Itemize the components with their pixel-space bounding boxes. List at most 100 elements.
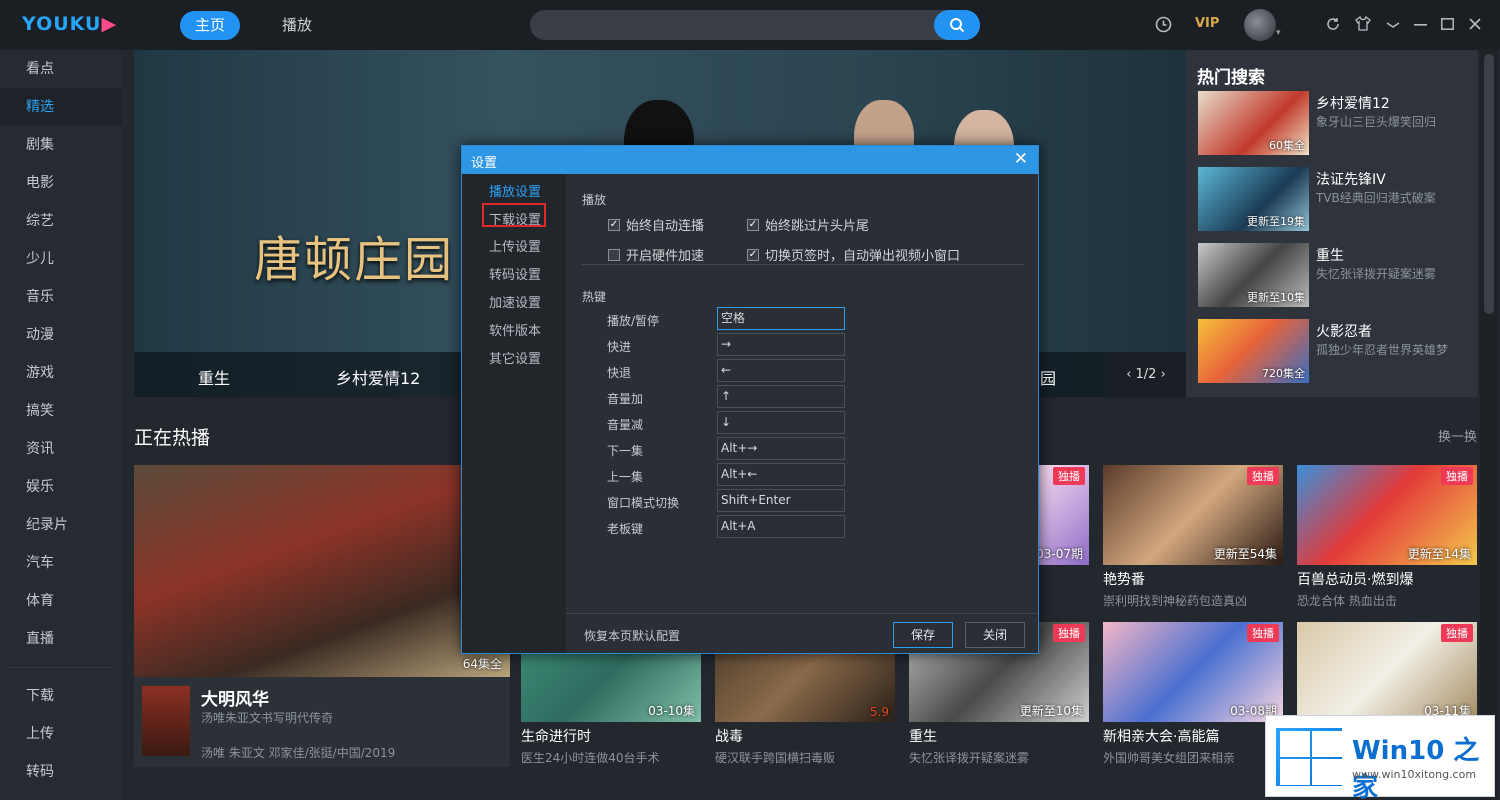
sidebar-item-entertainment[interactable]: 娱乐 [0, 468, 122, 506]
skin-icon[interactable] [1355, 16, 1371, 31]
checkbox-checked-icon: ✓ [747, 218, 759, 231]
close-icon[interactable]: ✕ [1014, 149, 1028, 169]
watermark: Win10 之家 www.win10xitong.com [1265, 715, 1495, 800]
sidebar-item-documentary[interactable]: 纪录片 [0, 506, 122, 544]
dialog-header[interactable]: 设置 ✕ [462, 146, 1038, 174]
maximize-icon[interactable] [1441, 18, 1454, 30]
sidebar-item-live[interactable]: 直播 [0, 620, 122, 658]
banner-tab[interactable]: 乡村爱情12 [336, 365, 420, 389]
sidebar-item-series[interactable]: 剧集 [0, 126, 122, 164]
hot-search-item[interactable]: 720集全 火影忍者 孤独少年忍者世界英雄梦 [1198, 319, 1468, 383]
sidebar-item-transcode[interactable]: 转码 [0, 753, 122, 791]
scrollbar[interactable] [1480, 50, 1498, 800]
hotkey-field-volume-up[interactable]: ↑ [717, 385, 845, 408]
mini-window-checkbox[interactable]: ✓ 切换页签时，自动弹出视频小窗口 [747, 245, 960, 264]
hotkey-field-play-pause[interactable]: 空格 [717, 307, 845, 330]
download-settings-highlight [482, 203, 546, 227]
close-window-icon[interactable] [1469, 18, 1481, 30]
settings-nav-transcode[interactable]: 转码设置 [489, 264, 541, 283]
refresh-link[interactable]: 换一换 [1438, 426, 1477, 445]
settings-nav-other[interactable]: 其它设置 [489, 348, 541, 367]
chevron-down-icon[interactable]: ▾ [1276, 28, 1281, 38]
history-icon[interactable] [1155, 16, 1172, 33]
exclusive-badge: 独播 [1053, 467, 1085, 485]
sidebar-item-featured[interactable]: 精选 [0, 88, 122, 126]
card-title: 百兽总动员·燃到爆 [1297, 572, 1414, 588]
watermark-title: Win10 之家 [1352, 736, 1480, 800]
scrollbar-thumb[interactable] [1484, 54, 1494, 314]
sidebar-item-auto[interactable]: 汽车 [0, 544, 122, 582]
card-desc: 崇利明找到神秘药包造真凶 [1103, 594, 1248, 608]
card-desc: 医生24小时连做40台手术 [521, 751, 660, 765]
banner-tab[interactable]: 重生 [198, 365, 230, 389]
banner-tab-active-label[interactable]: 园 [1040, 365, 1056, 389]
nav-play-button[interactable]: 播放 [282, 14, 312, 35]
sidebar-item-game[interactable]: 游戏 [0, 354, 122, 392]
video-card[interactable]: 独播 03-08期 新相亲大会·高能篇 外国帅哥美女组团来相亲 [1103, 622, 1283, 766]
save-button[interactable]: 保存 [893, 622, 953, 648]
youku-logo[interactable]: YOUKU▶ [22, 13, 117, 35]
dialog-title: 设置 [471, 156, 498, 171]
featured-image [134, 465, 510, 677]
hot-search-item[interactable]: 60集全 乡村爱情12 象牙山三巨头爆笑回归 [1198, 91, 1468, 155]
video-card[interactable]: 独播 更新至54集 艳势番 崇利明找到神秘药包造真凶 [1103, 465, 1283, 609]
hotkey-label: 老板键 [607, 522, 644, 536]
hotkey-field-rewind[interactable]: ← [717, 359, 845, 382]
featured-title: 大明风华 [201, 690, 269, 710]
featured-card[interactable]: 64集全 大明风华 汤唯朱亚文书写明代传奇 汤唯 朱亚文 邓家佳/张挺/中国/2… [134, 465, 510, 767]
hot-search-panel: 热门搜索 60集全 乡村爱情12 象牙山三巨头爆笑回归 更新至19集 法证先锋I… [1186, 50, 1478, 397]
settings-nav-upload[interactable]: 上传设置 [489, 236, 541, 255]
settings-nav-play[interactable]: 播放设置 [489, 181, 541, 200]
card-thumb: 独播 更新至14集 [1297, 465, 1477, 565]
hotkey-field-window-mode[interactable]: Shift+Enter [717, 489, 845, 512]
sidebar-item-anime[interactable]: 动漫 [0, 316, 122, 354]
hotkey-field-next[interactable]: Alt+→ [717, 437, 845, 460]
exclusive-badge: 独播 [1441, 624, 1473, 642]
sidebar-item-kids[interactable]: 少儿 [0, 240, 122, 278]
skip-intro-checkbox[interactable]: ✓ 始终跳过片头片尾 [747, 215, 869, 234]
sidebar-item-download[interactable]: 下载 [0, 677, 122, 715]
sidebar-item-movie[interactable]: 电影 [0, 164, 122, 202]
sidebar-item-music[interactable]: 音乐 [0, 278, 122, 316]
minimize-icon[interactable] [1414, 24, 1427, 26]
sidebar-item-kandian[interactable]: 看点 [0, 50, 122, 88]
card-desc: 硬汉联手跨国横扫毒贩 [715, 751, 836, 765]
card-title: 生命进行时 [521, 729, 591, 745]
refresh-icon[interactable] [1326, 17, 1340, 31]
search-button[interactable] [934, 10, 980, 40]
card-title: 新相亲大会·高能篇 [1103, 729, 1220, 745]
sidebar-item-sports[interactable]: 体育 [0, 582, 122, 620]
nav-home-button[interactable]: 主页 [180, 11, 240, 40]
vip-link[interactable]: VIP [1195, 16, 1219, 31]
hotkey-field-boss-key[interactable]: Alt+A [717, 515, 845, 538]
video-card[interactable]: 独播 更新至14集 百兽总动员·燃到爆 恐龙合体 热血出击 [1297, 465, 1477, 609]
video-card[interactable]: 独播 03-11集 [1297, 622, 1477, 722]
card-thumb: 独播 03-08期 [1103, 622, 1283, 722]
avatar[interactable] [1244, 9, 1276, 41]
sidebar-item-funny[interactable]: 搞笑 [0, 392, 122, 430]
settings-nav-version[interactable]: 软件版本 [489, 320, 541, 339]
hotkey-field-forward[interactable]: → [717, 333, 845, 356]
card-title: 重生 [909, 729, 937, 745]
top-bar: YOUKU▶ 主页 播放 VIP ▾ [0, 0, 1500, 50]
auto-play-checkbox[interactable]: ✓ 始终自动连播 [608, 215, 704, 234]
banner-title: 唐顿庄园 [254, 232, 455, 288]
card-thumb: 独播 更新至54集 [1103, 465, 1283, 565]
featured-desc: 汤唯朱亚文书写明代传奇 [201, 711, 334, 725]
settings-nav-accelerate[interactable]: 加速设置 [489, 292, 541, 311]
close-button[interactable]: 关闭 [965, 622, 1025, 648]
hotkey-field-volume-down[interactable]: ↓ [717, 411, 845, 434]
exclusive-badge: 独播 [1247, 467, 1279, 485]
search-input[interactable] [530, 10, 980, 40]
sidebar-item-news[interactable]: 资讯 [0, 430, 122, 468]
banner-pager[interactable]: ‹ 1/2 › [1106, 352, 1186, 397]
hot-search-item[interactable]: 更新至10集 重生 失忆张译拨开疑案迷雾 [1198, 243, 1468, 307]
menu-icon[interactable] [1386, 22, 1400, 28]
restore-defaults-link[interactable]: 恢复本页默认配置 [584, 627, 680, 644]
hardware-accel-checkbox[interactable]: 开启硬件加速 [608, 245, 704, 264]
hot-search-item[interactable]: 更新至19集 法证先锋IV TVB经典回归港式破案 [1198, 167, 1468, 231]
hotkey-field-prev[interactable]: Alt+← [717, 463, 845, 486]
sidebar-item-variety[interactable]: 综艺 [0, 202, 122, 240]
sidebar-item-upload[interactable]: 上传 [0, 715, 122, 753]
episode-count: 64集全 [462, 657, 502, 671]
